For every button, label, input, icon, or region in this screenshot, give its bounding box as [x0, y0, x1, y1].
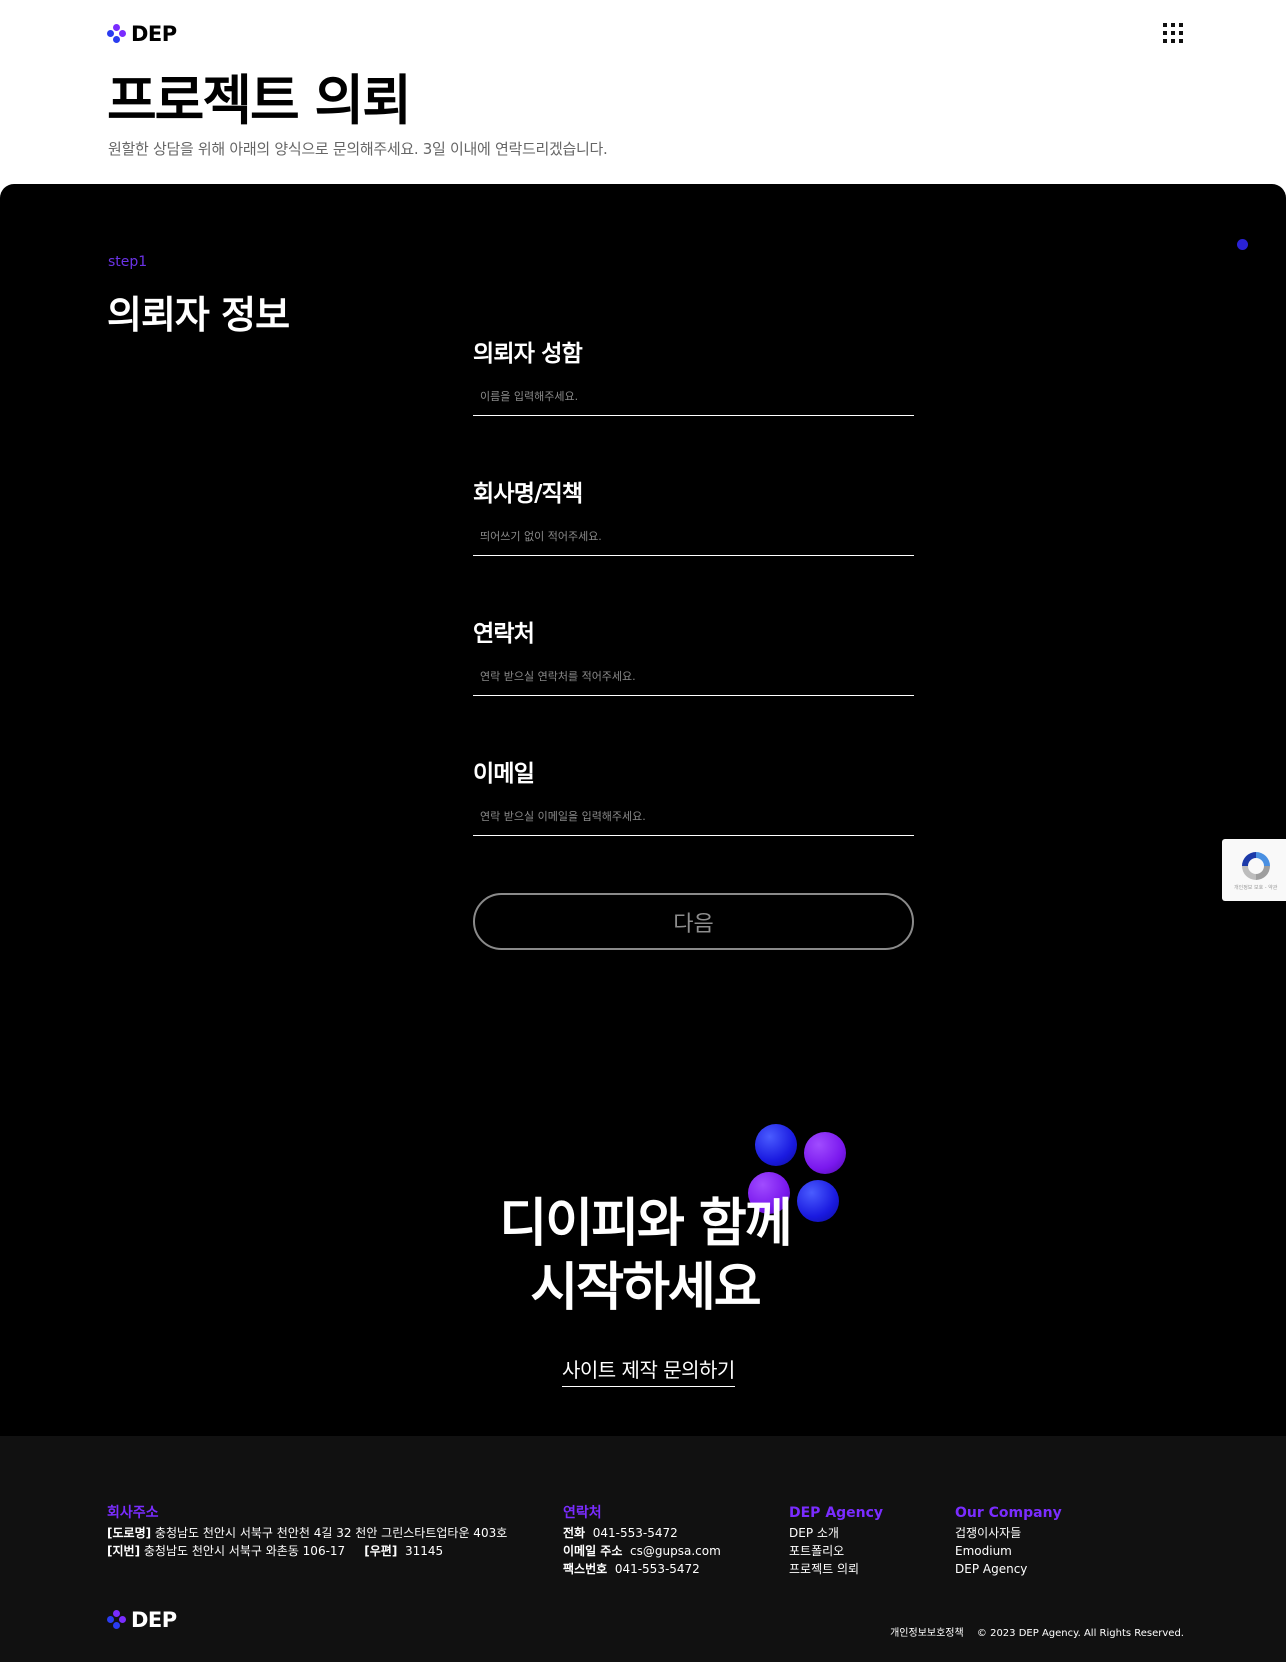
- step-label: step1: [108, 254, 148, 270]
- phone-field: 연락처: [473, 614, 914, 754]
- dep-logo-icon: [107, 1610, 127, 1630]
- footer-agency: DEP Agency DEP 소개 포트폴리오 프로젝트 의뢰: [789, 1504, 883, 1578]
- footer: 회사주소 [도로명] 충청남도 천안시 서북구 천안천 4길 32 천안 그린스…: [0, 1436, 1286, 1662]
- company-link-1[interactable]: 겁쟁이사자들: [955, 1524, 1062, 1542]
- contact-phone: 전화 041-553-5472: [563, 1526, 678, 1540]
- cta-line-2: 시작하세요: [530, 1258, 761, 1318]
- company-input[interactable]: [473, 518, 914, 556]
- footer-bottom: 개인정보보호정책 © 2023 DEP Agency. All Rights R…: [880, 1624, 1184, 1639]
- next-button[interactable]: 다음: [473, 893, 914, 950]
- requester-form: 의뢰자 성함 회사명/직책 연락처 이메일: [473, 334, 914, 894]
- contact-fax: 팩스번호 041-553-5472: [563, 1562, 700, 1576]
- name-field: 의뢰자 성함: [473, 334, 914, 474]
- form-section: step1 의뢰자 정보 의뢰자 성함 회사명/직책 연락처 이메일 다음 개인…: [0, 184, 1286, 1436]
- name-input[interactable]: [473, 378, 914, 416]
- lot-address: [지번] 충청남도 천안시 서북구 와촌동 106-17 [우편] 31145: [107, 1544, 444, 1558]
- logo[interactable]: DEP: [107, 22, 177, 46]
- recaptcha-icon: [1242, 852, 1270, 880]
- phone-input[interactable]: [473, 658, 914, 696]
- contact-heading: 연락처: [563, 1505, 602, 1521]
- section-title: 의뢰자 정보: [107, 293, 290, 337]
- email-field: 이메일: [473, 754, 914, 894]
- phone-label: 연락처: [473, 621, 535, 647]
- footer-address: 회사주소 [도로명] 충청남도 천안시 서북구 천안천 4길 32 천안 그린스…: [107, 1504, 507, 1560]
- footer-logo[interactable]: DEP: [107, 1608, 177, 1632]
- email-input[interactable]: [473, 798, 914, 836]
- recaptcha-text: 개인정보 보호 - 약관: [1234, 885, 1278, 891]
- road-address: [도로명] 충청남도 천안시 서북구 천안천 4길 32 천안 그린스타트업타운…: [107, 1526, 508, 1540]
- footer-contact: 연락처 전화 041-553-5472 이메일 주소 cs@gupsa.com …: [563, 1504, 721, 1578]
- header: DEP 프로젝트 의뢰 원할한 상담을 위해 아래의 양식으로 문의해주세요. …: [0, 0, 1286, 184]
- email-label: 이메일: [473, 761, 535, 787]
- copyright: © 2023 DEP Agency. All Rights Reserved.: [976, 1628, 1184, 1639]
- dep-logo-icon: [107, 24, 127, 44]
- site-inquiry-link[interactable]: 사이트 제작 문의하기: [562, 1354, 735, 1387]
- company-field: 회사명/직책: [473, 474, 914, 614]
- agency-link-portfolio[interactable]: 포트폴리오: [789, 1542, 883, 1560]
- name-label: 의뢰자 성함: [473, 341, 583, 367]
- agency-link-request[interactable]: 프로젝트 의뢰: [789, 1560, 883, 1578]
- company-label: 회사명/직책: [473, 481, 583, 507]
- recaptcha-badge[interactable]: 개인정보 보호 - 약관: [1222, 839, 1286, 901]
- contact-email[interactable]: 이메일 주소 cs@gupsa.com: [563, 1542, 721, 1560]
- company-heading: Our Company: [955, 1505, 1062, 1521]
- scroll-indicator: [1237, 239, 1248, 250]
- address-heading: 회사주소: [107, 1505, 159, 1521]
- cta-line-1: 디이피와 함께: [499, 1194, 792, 1254]
- agency-link-about[interactable]: DEP 소개: [789, 1524, 883, 1542]
- cta-title: 디이피와 함께 시작하세요: [400, 1192, 890, 1320]
- grid-menu-icon[interactable]: [1163, 23, 1183, 43]
- footer-company: Our Company 겁쟁이사자들 Emodium DEP Agency: [955, 1504, 1062, 1578]
- privacy-policy-link[interactable]: 개인정보보호정책: [890, 1628, 964, 1639]
- logo-text: DEP: [131, 22, 177, 46]
- agency-heading: DEP Agency: [789, 1505, 884, 1521]
- company-link-3[interactable]: DEP Agency: [955, 1560, 1062, 1578]
- company-link-2[interactable]: Emodium: [955, 1542, 1062, 1560]
- footer-logo-text: DEP: [131, 1608, 177, 1632]
- page-title: 프로젝트 의뢰: [107, 69, 412, 132]
- page-subtitle: 원할한 상담을 위해 아래의 양식으로 문의해주세요. 3일 이내에 연락드리겠…: [108, 140, 608, 158]
